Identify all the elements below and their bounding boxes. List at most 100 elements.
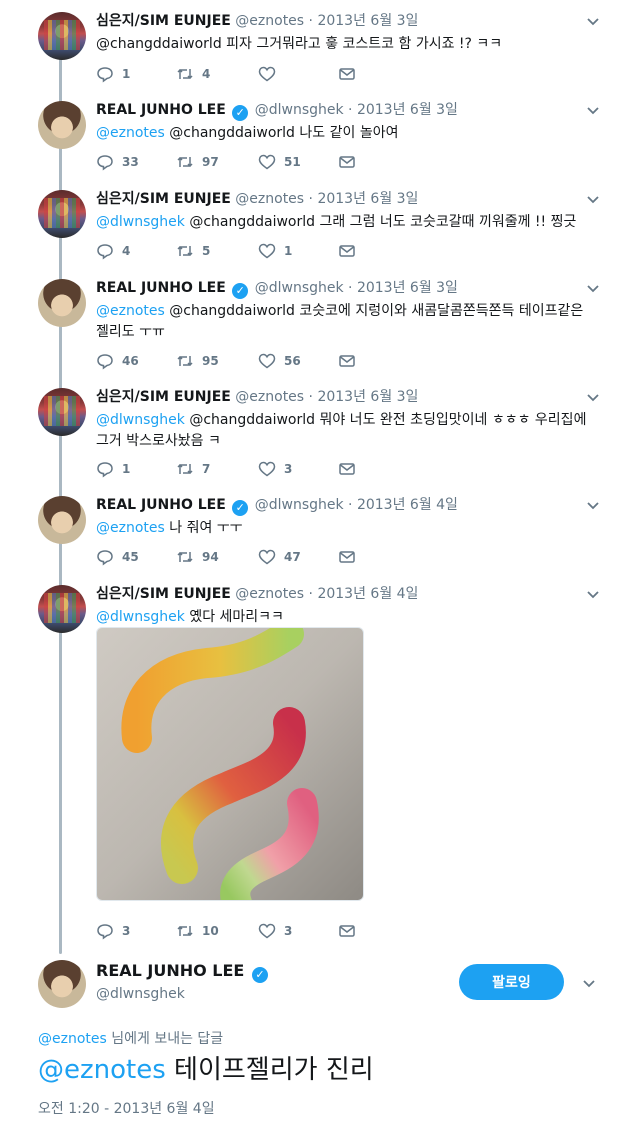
user-handle[interactable]: @dlwnsghek xyxy=(255,102,344,118)
display-name[interactable]: REAL JUNHO LEE xyxy=(96,497,226,513)
chevron-down-icon[interactable] xyxy=(586,14,600,28)
mention-link[interactable]: @dlwnsghek xyxy=(96,609,185,625)
retweet-icon xyxy=(177,355,193,367)
like-button[interactable]: 1 xyxy=(258,241,292,261)
display-name[interactable]: 심은지/SIM EUNJEE xyxy=(96,389,231,405)
message-button[interactable] xyxy=(338,351,356,371)
tweet-date[interactable]: 2013년 6월 3일 xyxy=(357,102,458,118)
chevron-down-icon[interactable] xyxy=(586,103,600,117)
retweet-button[interactable]: 97 xyxy=(176,152,219,172)
tweet-header: REAL JUNHO LEE ✓ @dlwnsghek · 2013년 6월 3… xyxy=(96,279,458,299)
chevron-down-icon[interactable] xyxy=(582,976,596,990)
user-handle[interactable]: @dlwnsghek xyxy=(255,497,344,513)
display-name[interactable]: 심은지/SIM EUNJEE xyxy=(96,191,231,207)
reply-button[interactable]: 33 xyxy=(96,152,139,172)
user-handle[interactable]: @dlwnsghek xyxy=(96,986,185,1002)
tweet-date[interactable]: 2013년 6월 3일 xyxy=(317,191,418,207)
display-name[interactable]: 심은지/SIM EUNJEE xyxy=(96,13,231,29)
mention-link[interactable]: @eznotes xyxy=(96,303,165,319)
user-handle[interactable]: @eznotes xyxy=(235,191,304,207)
tweet-actions: 1 7 3 xyxy=(96,459,366,479)
display-name[interactable]: REAL JUNHO LEE xyxy=(96,961,244,980)
mention-link[interactable]: @eznotes xyxy=(96,520,165,536)
user-handle[interactable]: @eznotes xyxy=(235,13,304,29)
avatar[interactable] xyxy=(38,585,86,633)
reply-button[interactable]: 46 xyxy=(96,351,139,371)
avatar[interactable] xyxy=(38,190,86,238)
message-button[interactable] xyxy=(338,547,356,567)
chevron-down-icon[interactable] xyxy=(586,281,600,295)
reply-button[interactable]: 45 xyxy=(96,547,139,567)
avatar[interactable] xyxy=(38,279,86,327)
reply-button[interactable]: 3 xyxy=(96,921,130,941)
avatar[interactable] xyxy=(38,496,86,544)
chevron-down-icon[interactable] xyxy=(586,587,600,601)
tweet-date[interactable]: 2013년 6월 4일 xyxy=(357,497,458,513)
avatar[interactable] xyxy=(38,101,86,149)
display-name[interactable]: REAL JUNHO LEE xyxy=(96,280,226,296)
chevron-down-icon[interactable] xyxy=(586,498,600,512)
chevron-down-icon[interactable] xyxy=(586,390,600,404)
message-button[interactable] xyxy=(338,152,356,172)
mention-link[interactable]: @eznotes xyxy=(96,125,165,141)
tweet-body: @changddaiworld 피자 그거뭐라고 흫 코스트코 함 가시죠 !?… xyxy=(96,36,503,52)
like-count: 3 xyxy=(284,462,293,476)
message-button[interactable] xyxy=(338,921,356,941)
tweet-actions: 33 97 51 xyxy=(96,152,366,172)
message-button[interactable] xyxy=(338,459,356,479)
avatar[interactable] xyxy=(38,960,86,1008)
tweet-timestamp[interactable]: 오전 1:20 - 2013년 6월 4일 xyxy=(38,1098,215,1118)
tweet-body: 나 줘여 ㅜㅜ xyxy=(164,520,243,536)
reply-button[interactable]: 1 xyxy=(96,459,130,479)
message-icon xyxy=(339,245,355,257)
message-icon xyxy=(339,68,355,80)
mention-link[interactable]: @eznotes xyxy=(38,1031,107,1047)
verified-icon: ✓ xyxy=(232,500,249,516)
like-button[interactable]: 56 xyxy=(258,351,301,371)
like-button[interactable] xyxy=(258,64,284,84)
following-button[interactable]: 팔로잉 xyxy=(459,964,564,1000)
tweet-header: 심은지/SIM EUNJEE @eznotes · 2013년 6월 4일 xyxy=(96,585,418,603)
like-button[interactable]: 3 xyxy=(258,459,292,479)
tweet-text: @dlwnsghek @changddaiworld 뭐야 너도 완전 초딩입맛… xyxy=(96,410,596,452)
retweet-count: 5 xyxy=(202,244,211,258)
user-handle[interactable]: @eznotes xyxy=(235,389,304,405)
message-icon xyxy=(339,463,355,475)
mention-link[interactable]: @dlwnsghek xyxy=(96,214,185,230)
reply-count: 1 xyxy=(122,67,131,81)
separator: · xyxy=(348,280,353,296)
like-button[interactable]: 51 xyxy=(258,152,301,172)
tweet-body: 옜다 세마리ㅋㅋ xyxy=(184,609,284,625)
reply-icon xyxy=(97,462,113,478)
retweet-button[interactable]: 10 xyxy=(176,921,219,941)
tweet-body: 테이프젤리가 진리 xyxy=(165,1055,374,1085)
retweet-button[interactable]: 4 xyxy=(176,64,210,84)
retweet-button[interactable]: 5 xyxy=(176,241,210,261)
user-handle[interactable]: @dlwnsghek xyxy=(255,280,344,296)
display-name[interactable]: 심은지/SIM EUNJEE xyxy=(96,586,231,602)
tweet-date[interactable]: 2013년 6월 4일 xyxy=(317,586,418,602)
display-name[interactable]: REAL JUNHO LEE xyxy=(96,102,226,118)
user-handle[interactable]: @eznotes xyxy=(235,586,304,602)
tweet-photo[interactable] xyxy=(96,627,364,901)
tweet-date[interactable]: 2013년 6월 3일 xyxy=(317,389,418,405)
avatar[interactable] xyxy=(38,12,86,60)
tweet-date[interactable]: 2013년 6월 3일 xyxy=(357,280,458,296)
like-button[interactable]: 3 xyxy=(258,921,292,941)
mention-link[interactable]: @eznotes xyxy=(38,1055,166,1085)
reply-button[interactable]: 4 xyxy=(96,241,130,261)
retweet-button[interactable]: 94 xyxy=(176,547,219,567)
avatar[interactable] xyxy=(38,388,86,436)
tweet-header: REAL JUNHO LEE ✓ @dlwnsghek · 2013년 6월 3… xyxy=(96,101,458,121)
tweet-date[interactable]: 2013년 6월 3일 xyxy=(317,13,418,29)
like-button[interactable]: 47 xyxy=(258,547,301,567)
message-button[interactable] xyxy=(338,64,356,84)
message-button[interactable] xyxy=(338,241,356,261)
retweet-button[interactable]: 7 xyxy=(176,459,210,479)
replying-to-label: 님에게 보내는 답글 xyxy=(106,1031,224,1047)
mention-link[interactable]: @dlwnsghek xyxy=(96,412,185,428)
reply-button[interactable]: 1 xyxy=(96,64,130,84)
chevron-down-icon[interactable] xyxy=(586,192,600,206)
retweet-button[interactable]: 95 xyxy=(176,351,219,371)
reply-count: 33 xyxy=(122,155,139,169)
